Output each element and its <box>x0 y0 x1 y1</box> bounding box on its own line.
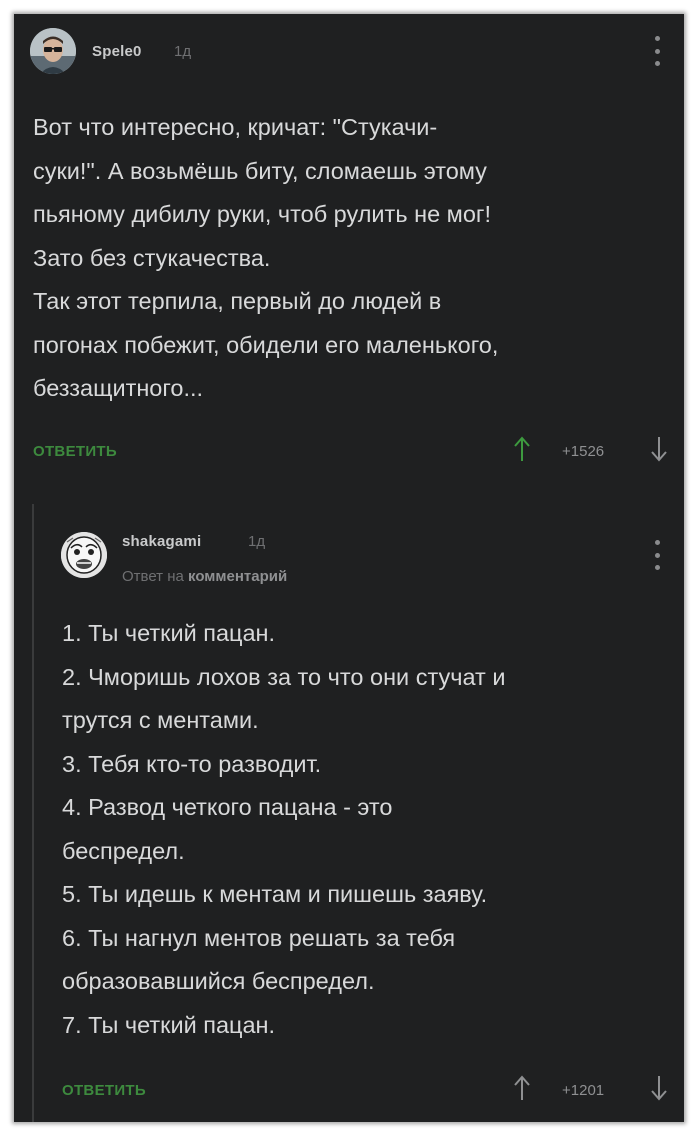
reply-to-prefix: Ответ на <box>122 568 184 585</box>
downvote-arrow-icon[interactable] <box>651 1075 667 1101</box>
comment-line: беззащитного... <box>33 375 204 401</box>
avatar[interactable] <box>30 28 76 74</box>
comment-author[interactable]: Spele0 <box>92 43 142 60</box>
reply-line: образовавшийся беспредел. <box>62 968 375 994</box>
reply-button[interactable]: ОТВЕТИТЬ <box>33 443 117 460</box>
comment-thread-card: Spele0 1д Вот что интересно, кричат: "Ст… <box>14 14 684 1122</box>
reply-time: 1д <box>248 533 266 550</box>
user-avatar-icon <box>30 28 76 74</box>
comment-time: 1д <box>174 43 192 60</box>
reply-score: +1201 <box>562 1082 605 1099</box>
more-options-icon[interactable] <box>653 540 661 570</box>
downvote-arrow-icon[interactable] <box>651 436 667 462</box>
reply-body: 1. Ты четкий пацан. 2. Чморишь лохов за … <box>62 612 505 1047</box>
more-options-icon[interactable] <box>653 36 661 66</box>
comment-line: суки!". А возьмёшь биту, сломаешь этому <box>33 157 487 184</box>
reply-line: беспредел. <box>62 837 185 864</box>
reply-author[interactable]: shakagami <box>122 533 201 550</box>
reply-to-link[interactable]: комментарий <box>188 568 287 585</box>
comment-line: пьяному дибилу руки, чтоб рулить не мог! <box>33 201 491 227</box>
comment-line: Вот что интересно, кричат: "Стукачи- <box>33 114 438 140</box>
upvote-arrow-icon[interactable] <box>514 436 530 462</box>
meme-face-icon <box>61 532 107 578</box>
upvote-arrow-icon[interactable] <box>514 1075 530 1101</box>
avatar[interactable] <box>61 532 107 578</box>
reply-line: трутся с ментами. <box>62 707 259 733</box>
reply-to-info: Ответ на комментарий <box>122 568 287 585</box>
reply-line: 1. Ты четкий пацан. <box>62 620 276 646</box>
reply-line: 2. Чморишь лохов за то что они стучат и <box>62 663 506 690</box>
comment-body: Вот что интересно, кричат: "Стукачи- сук… <box>33 106 498 411</box>
reply-line: 6. Ты нагнул ментов решать за тебя <box>62 924 456 951</box>
comment-line: Зато без стукачества. <box>33 244 271 271</box>
reply-button[interactable]: ОТВЕТИТЬ <box>62 1082 146 1099</box>
reply-line: 3. Тебя кто-то разводит. <box>62 750 322 777</box>
thread-line[interactable] <box>32 504 34 1122</box>
reply-line: 4. Развод четкого пацана - это <box>62 794 393 820</box>
reply-line: 5. Ты идешь к ментам и пишешь заяву. <box>62 881 488 907</box>
comment-line: погонах побежит, обидели его маленького, <box>33 331 499 358</box>
comment-line: Так этот терпила, первый до людей в <box>33 288 442 314</box>
reply-line: 7. Ты четкий пацан. <box>62 1011 276 1038</box>
comment-score: +1526 <box>562 443 605 460</box>
